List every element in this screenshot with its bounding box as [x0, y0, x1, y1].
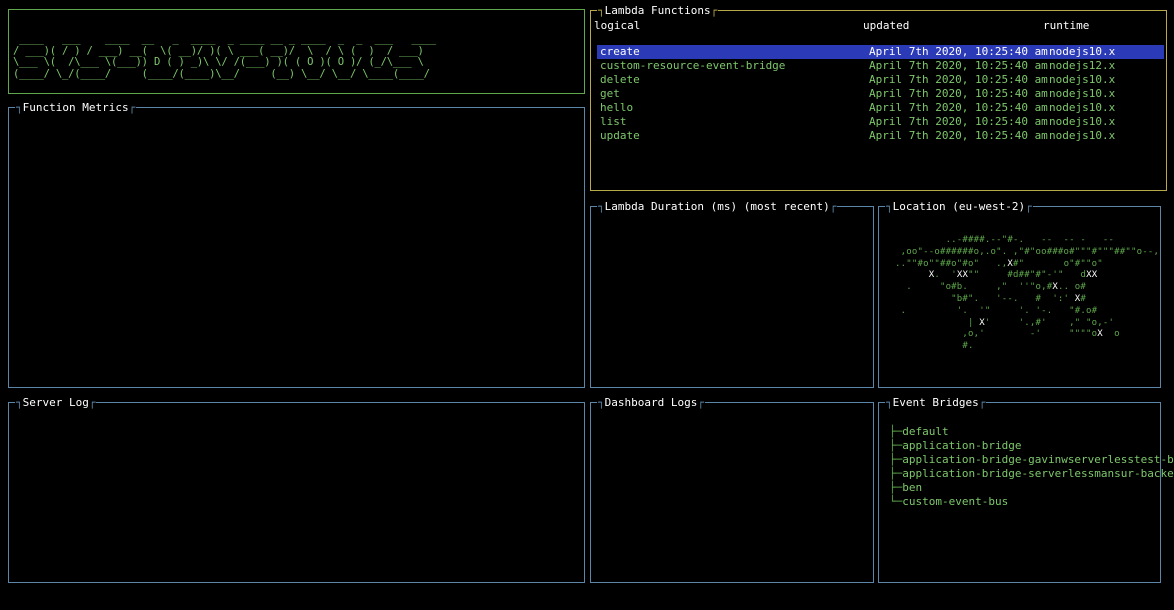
row-runtime: nodejs10.x — [1049, 45, 1116, 58]
server-log-title: Server Log — [15, 396, 97, 409]
banner-ascii-art: ____ ___ ____ __ _ ____ _ ____ __ _ ____… — [13, 33, 436, 80]
tree-item[interactable]: ├─application-bridge-gavinwserverlesstes… — [889, 453, 1174, 467]
row-updated: April 7th 2020, 10:25:40 am — [869, 59, 1048, 72]
location-panel: Location (eu-west-2) ..-####.--"#-. -- -… — [878, 200, 1161, 388]
dashboard-logs-panel: Dashboard Logs — [590, 396, 874, 583]
row-updated: April 7th 2020, 10:25:40 am — [869, 45, 1048, 58]
row-updated: April 7th 2020, 10:25:40 am — [869, 115, 1048, 128]
dashboard-logs-title: Dashboard Logs — [597, 396, 705, 409]
lambda-row-custom-resource-event-bridge[interactable]: custom-resource-event-bridge April 7th 2… — [597, 59, 1164, 73]
row-runtime: nodejs10.x — [1049, 73, 1116, 86]
world-map-ascii: ..-####.--"#-. -- -- - -- ,oo"--o######o… — [895, 235, 1160, 352]
location-title: Location (eu-west-2) — [885, 200, 1033, 213]
row-name: update — [600, 129, 640, 142]
function-metrics-title: Function Metrics — [15, 101, 137, 114]
header-runtime: runtime — [1043, 19, 1090, 32]
row-name: custom-resource-event-bridge — [600, 59, 786, 72]
header-logical: logical — [594, 19, 641, 32]
row-runtime: nodejs10.x — [1049, 87, 1116, 100]
tree-item[interactable]: ├─ben — [889, 481, 1174, 495]
lambda-row-hello[interactable]: hello April 7th 2020, 10:25:40 am nodejs… — [597, 101, 1164, 115]
row-name: create — [600, 45, 640, 58]
server-log-panel: Server Log — [8, 396, 585, 583]
header-updated: updated — [863, 19, 910, 32]
lambda-functions-panel: Lambda Functions logical updated runtime… — [590, 4, 1167, 191]
tree-item[interactable]: ├─application-bridge-serverlessmansur-ba… — [889, 467, 1174, 481]
row-updated: April 7th 2020, 10:25:40 am — [869, 129, 1048, 142]
row-runtime: nodejs10.x — [1049, 115, 1116, 128]
tree-item[interactable]: └─custom-event-bus — [889, 495, 1174, 509]
row-name: hello — [600, 101, 634, 114]
event-bridges-title: Event Bridges — [885, 396, 987, 409]
row-name: get — [600, 87, 620, 100]
lambda-row-update[interactable]: update April 7th 2020, 10:25:40 am nodej… — [597, 129, 1164, 143]
lambda-row-list[interactable]: list April 7th 2020, 10:25:40 am nodejs1… — [597, 115, 1164, 129]
lambda-row-create[interactable]: create April 7th 2020, 10:25:40 am nodej… — [597, 45, 1164, 59]
row-updated: April 7th 2020, 10:25:40 am — [869, 87, 1048, 100]
banner-panel: ____ ___ ____ __ _ ____ _ ____ __ _ ____… — [8, 9, 585, 94]
tree-item[interactable]: ├─application-bridge — [889, 439, 1174, 453]
lambda-duration-panel: Lambda Duration (ms) (most recent) — [590, 200, 874, 388]
lambda-row-get[interactable]: get April 7th 2020, 10:25:40 am nodejs10… — [597, 87, 1164, 101]
row-runtime: nodejs10.x — [1049, 101, 1116, 114]
row-runtime: nodejs12.x — [1049, 59, 1116, 72]
row-updated: April 7th 2020, 10:25:40 am — [869, 73, 1048, 86]
row-updated: April 7th 2020, 10:25:40 am — [869, 101, 1048, 114]
event-bridges-tree: ├─default ├─application-bridge ├─applica… — [889, 425, 1174, 509]
tree-item[interactable]: ├─default — [889, 425, 1174, 439]
lambda-row-delete[interactable]: delete April 7th 2020, 10:25:40 am nodej… — [597, 73, 1164, 87]
row-name: delete — [600, 73, 640, 86]
row-runtime: nodejs10.x — [1049, 129, 1116, 142]
function-metrics-panel: Function Metrics — [8, 101, 585, 388]
lambda-duration-title: Lambda Duration (ms) (most recent) — [597, 200, 838, 213]
event-bridges-panel: Event Bridges ├─default ├─application-br… — [878, 396, 1174, 583]
lambda-functions-title: Lambda Functions — [597, 4, 719, 17]
row-name: list — [600, 115, 627, 128]
